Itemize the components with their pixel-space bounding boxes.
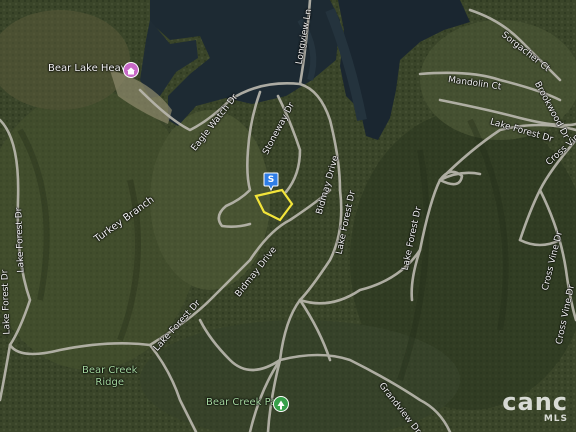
mls-watermark: canc MLS [502, 390, 568, 424]
property-marker-label: S [267, 175, 275, 185]
mls-logo: canc [502, 388, 568, 416]
property-marker[interactable]: S [263, 172, 279, 196]
park-tree-icon[interactable] [273, 396, 289, 412]
place-label-bear-creek-ridge: Bear Creek Ridge [82, 365, 138, 388]
map-view[interactable]: Bear Lake Heaven Turkey Branch Bear Cree… [0, 0, 576, 432]
house-icon[interactable] [123, 62, 139, 78]
